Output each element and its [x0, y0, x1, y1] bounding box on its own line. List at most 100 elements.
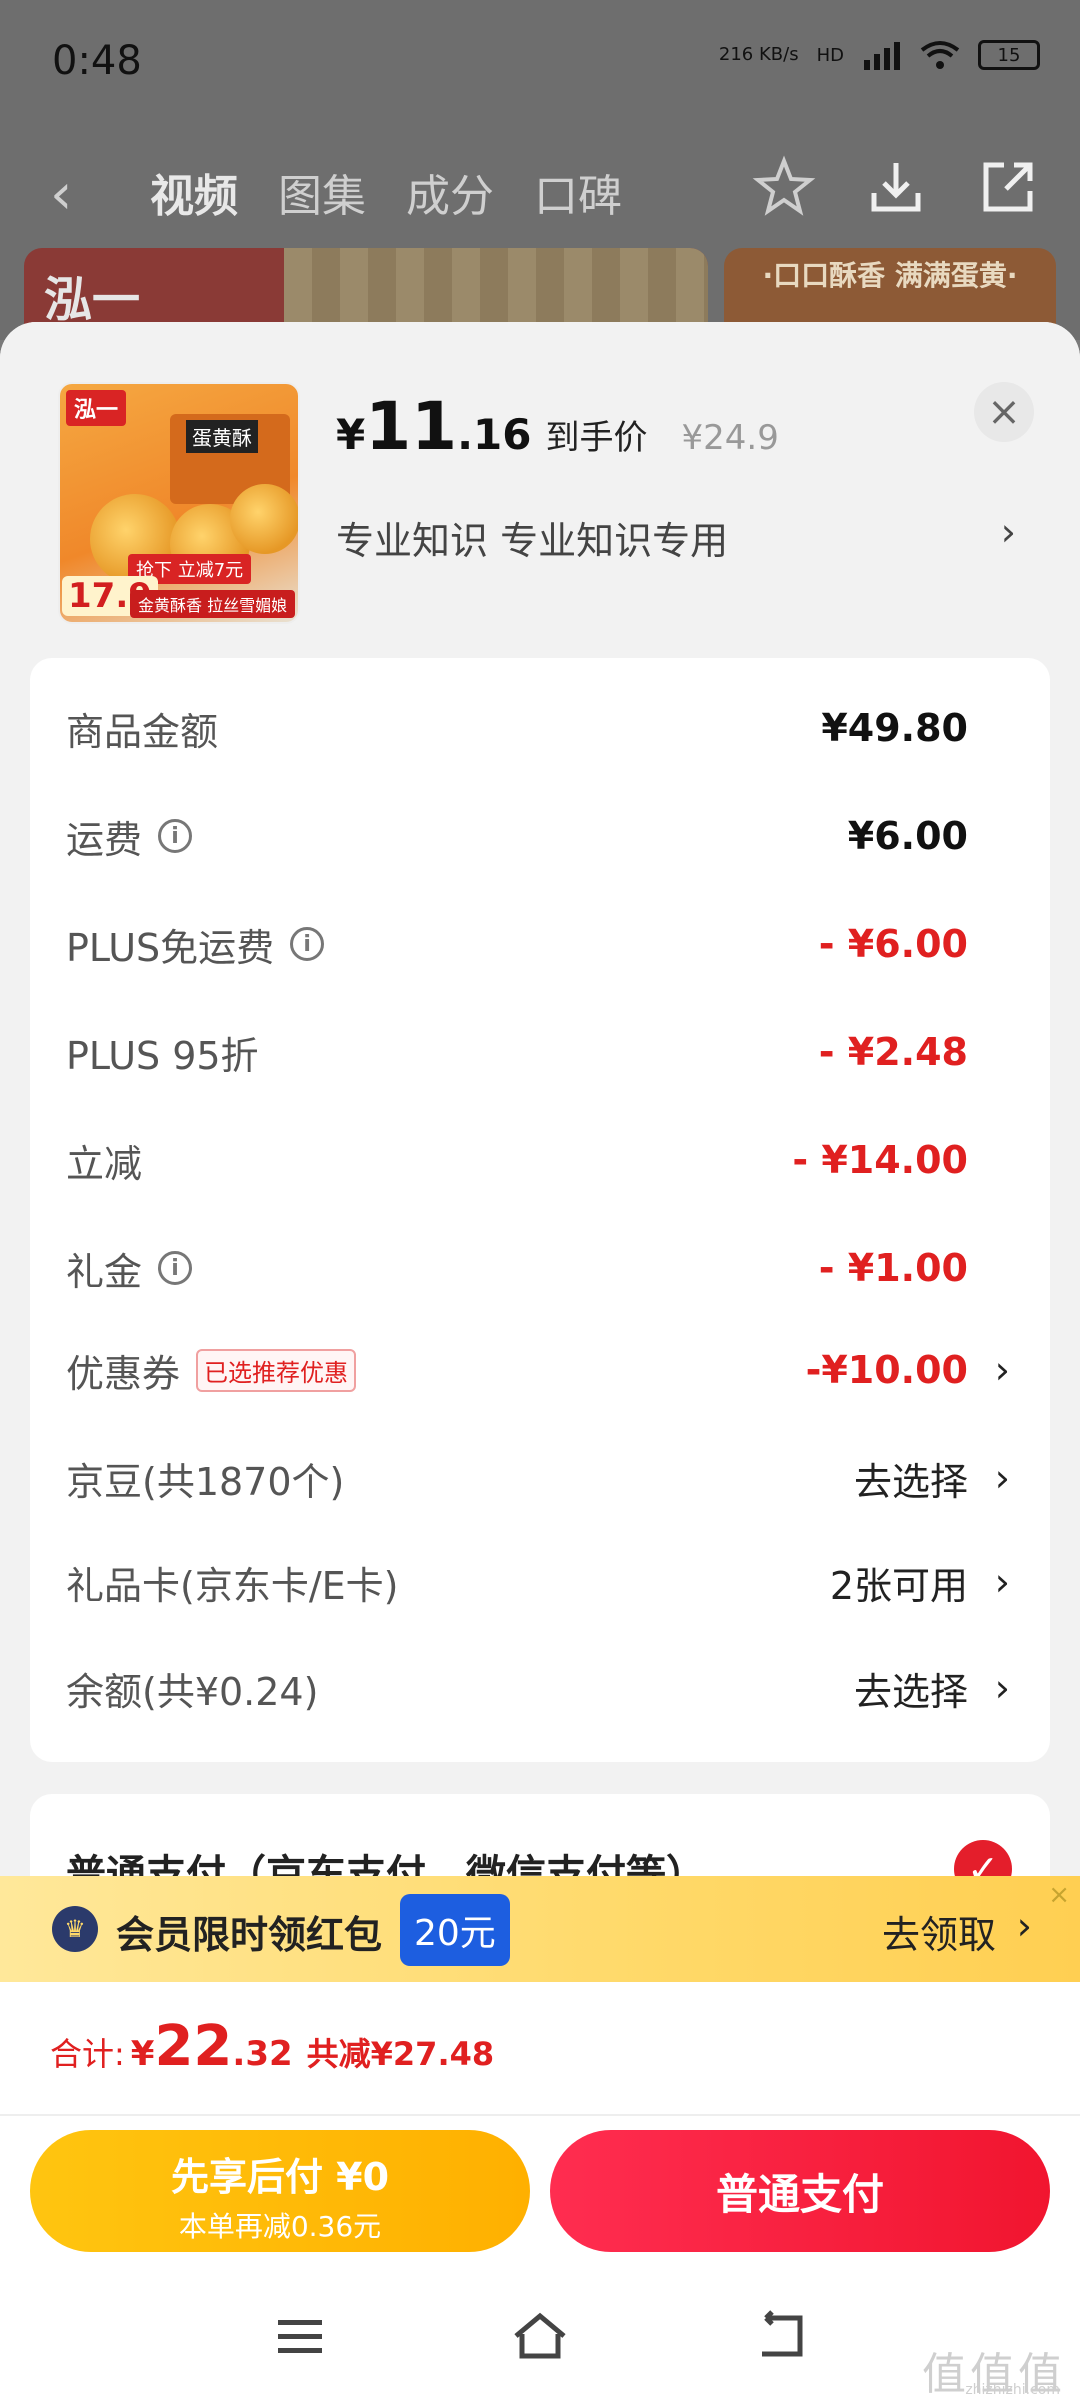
row-label: 商品金额 [66, 701, 218, 756]
row-label-text: 礼品卡(京东卡/E卡) [66, 1563, 399, 1608]
row-value: ¥49.80 [821, 706, 968, 750]
home-icon[interactable] [510, 2306, 570, 2366]
row-value: - ¥2.48 [818, 1030, 968, 1074]
row-label: 运费 i [66, 809, 193, 864]
tab-reviews[interactable]: 口碑 [534, 160, 622, 224]
background-app: 0:48 216 KB/s HD 15 ‹ 视频 图集 成分 口碑 泓一 ·口口… [0, 0, 1080, 340]
total-integer: 22 [154, 2014, 233, 2079]
thumb-cake [230, 484, 298, 554]
info-icon[interactable]: i [290, 927, 325, 961]
system-nav-bar: 值值值 zhizhizhi.com [0, 2276, 1080, 2400]
row-value: - ¥14.00 [792, 1138, 968, 1182]
price-integer: 11 [365, 388, 458, 465]
row-value: 2张可用 [829, 1563, 968, 1608]
row-label-text: 运费 [66, 817, 143, 862]
price-currency: ¥ [336, 410, 366, 459]
chevron-right-icon[interactable]: › [995, 1456, 1010, 1500]
price-label: 到手价 [545, 418, 648, 458]
row-value: -¥10.00 [805, 1348, 968, 1392]
total-line: 合计: ¥ 22 .32 共减¥27.48 [50, 2014, 494, 2079]
row-value: - ¥1.00 [818, 1246, 968, 1290]
nav-tabs: 视频 图集 成分 口碑 [150, 160, 622, 224]
chevron-right-icon[interactable]: › [995, 1348, 1010, 1392]
close-button[interactable]: × [974, 382, 1034, 442]
chevron-right-icon[interactable]: › [1001, 510, 1016, 554]
network-speed: 216 KB/s [718, 44, 799, 65]
promo-text: 会员限时领红包 [116, 1913, 383, 1957]
row-label-text: PLUS 95折 [66, 1033, 259, 1078]
normal-pay-button[interactable]: 普通支付 [550, 2130, 1050, 2252]
top-nav: ‹ 视频 图集 成分 口碑 [0, 140, 1080, 240]
back-nav-icon[interactable] [750, 2306, 810, 2366]
row-plus-free-shipping: PLUS免运费 i - ¥6.00 [30, 904, 1050, 984]
watermark-url: zhizhizhi.com [965, 2382, 1060, 2398]
row-gift-card[interactable]: 礼品卡(京东卡/E卡) 2张可用 › [30, 1542, 1050, 1622]
row-plus-discount: PLUS 95折 - ¥2.48 [30, 1012, 1050, 1092]
coupon-tag: 已选推荐优惠 [196, 1348, 357, 1392]
info-icon[interactable]: i [158, 1251, 193, 1285]
battery-icon: 15 [978, 40, 1040, 70]
total-currency: ¥ [130, 2034, 155, 2074]
product-header: 泓一 蛋黄酥 抢下 立减7元 17.9 金黄酥香 拉丝雪媚娘 ¥ 11 .16 … [0, 322, 1080, 662]
row-gift-money: 礼金 i - ¥1.00 [30, 1228, 1050, 1308]
row-jingdou[interactable]: 京豆(共1870个) 去选择 › [30, 1438, 1050, 1518]
row-label: 礼金 i [66, 1241, 193, 1296]
price-decimal: .16 [457, 410, 532, 459]
star-icon[interactable] [752, 155, 816, 223]
total-saved: 共减¥27.48 [306, 2035, 495, 2073]
chevron-right-icon[interactable]: › [995, 1560, 1010, 1604]
share-icon[interactable] [976, 155, 1040, 223]
banner-right-text: ·口口酥香 满满蛋黄· [762, 259, 1018, 292]
row-value: 去选择 [853, 1669, 968, 1714]
row-coupon[interactable]: 优惠券 已选推荐优惠 -¥10.00 › [30, 1330, 1050, 1410]
chevron-right-icon[interactable]: › [995, 1666, 1010, 1710]
crown-icon: ♛ [52, 1906, 98, 1952]
status-bar: 0:48 216 KB/s HD 15 [0, 0, 1080, 110]
thumb-logo: 泓一 [66, 390, 127, 426]
price-line: ¥ 11 .16 到手价 ¥24.9 [336, 388, 779, 465]
nav-icons [752, 155, 1040, 223]
total-decimal: .32 [232, 2034, 293, 2074]
pay-later-label: 先享后付 ¥0 [170, 2155, 390, 2199]
row-label: 京豆(共1870个) [66, 1451, 344, 1506]
row-balance[interactable]: 余额(共¥0.24) 去选择 › [30, 1648, 1050, 1728]
row-instant-discount: 立减 - ¥14.00 [30, 1120, 1050, 1200]
row-value: 去选择 [853, 1459, 968, 1504]
download-icon[interactable] [864, 155, 928, 223]
row-label-text: 余额(共¥0.24) [66, 1669, 319, 1714]
row-label: PLUS 95折 [66, 1025, 259, 1080]
tab-ingredients[interactable]: 成分 [406, 160, 494, 224]
signal-icon [864, 42, 900, 70]
row-label: 礼品卡(京东卡/E卡) [66, 1555, 398, 1610]
claim-button[interactable]: 去领取 [882, 1904, 996, 1959]
member-promo-bar[interactable]: ♛ 会员限时领红包 20元 去领取 › × [0, 1876, 1080, 1982]
original-price: ¥24.9 [681, 418, 779, 458]
chevron-right-icon[interactable]: › [1017, 1904, 1032, 1948]
row-label: PLUS免运费 i [66, 917, 325, 972]
row-label-text: PLUS免运费 [66, 925, 275, 970]
thumb-feature-tag: 金黄酥香 拉丝雪媚娘 [130, 590, 296, 618]
tab-gallery[interactable]: 图集 [278, 160, 366, 224]
row-value: ¥6.00 [847, 814, 968, 858]
status-icons: 216 KB/s HD 15 [719, 40, 1040, 70]
row-label: 立减 [66, 1133, 142, 1188]
row-label-text: 京豆(共1870个) [66, 1459, 345, 1504]
menu-icon[interactable] [270, 2306, 330, 2366]
pay-later-button[interactable]: 先享后付 ¥0 本单再减0.36元 [30, 2130, 530, 2252]
status-time: 0:48 [52, 38, 142, 84]
row-label: 余额(共¥0.24) [66, 1661, 318, 1716]
row-goods-amount: 商品金额 ¥49.80 [30, 688, 1050, 768]
action-bar: 先享后付 ¥0 本单再减0.36元 普通支付 [0, 2116, 1080, 2276]
info-icon[interactable]: i [158, 819, 193, 853]
product-thumbnail: 泓一 蛋黄酥 抢下 立减7元 17.9 金黄酥香 拉丝雪媚娘 [58, 382, 300, 624]
tab-video[interactable]: 视频 [150, 160, 238, 224]
row-label-text: 商品金额 [66, 709, 219, 754]
product-subtitle[interactable]: 专业知识 专业知识专用 [336, 510, 728, 565]
total-label: 合计: [50, 2035, 125, 2073]
pay-later-sublabel: 本单再减0.36元 [178, 2210, 382, 2243]
brand-logo: 泓一 [44, 272, 141, 328]
thumb-box-label: 蛋黄酥 [186, 420, 258, 453]
back-icon[interactable]: ‹ [50, 162, 72, 227]
wifi-icon [920, 41, 960, 69]
close-icon[interactable]: × [1048, 1880, 1070, 1910]
